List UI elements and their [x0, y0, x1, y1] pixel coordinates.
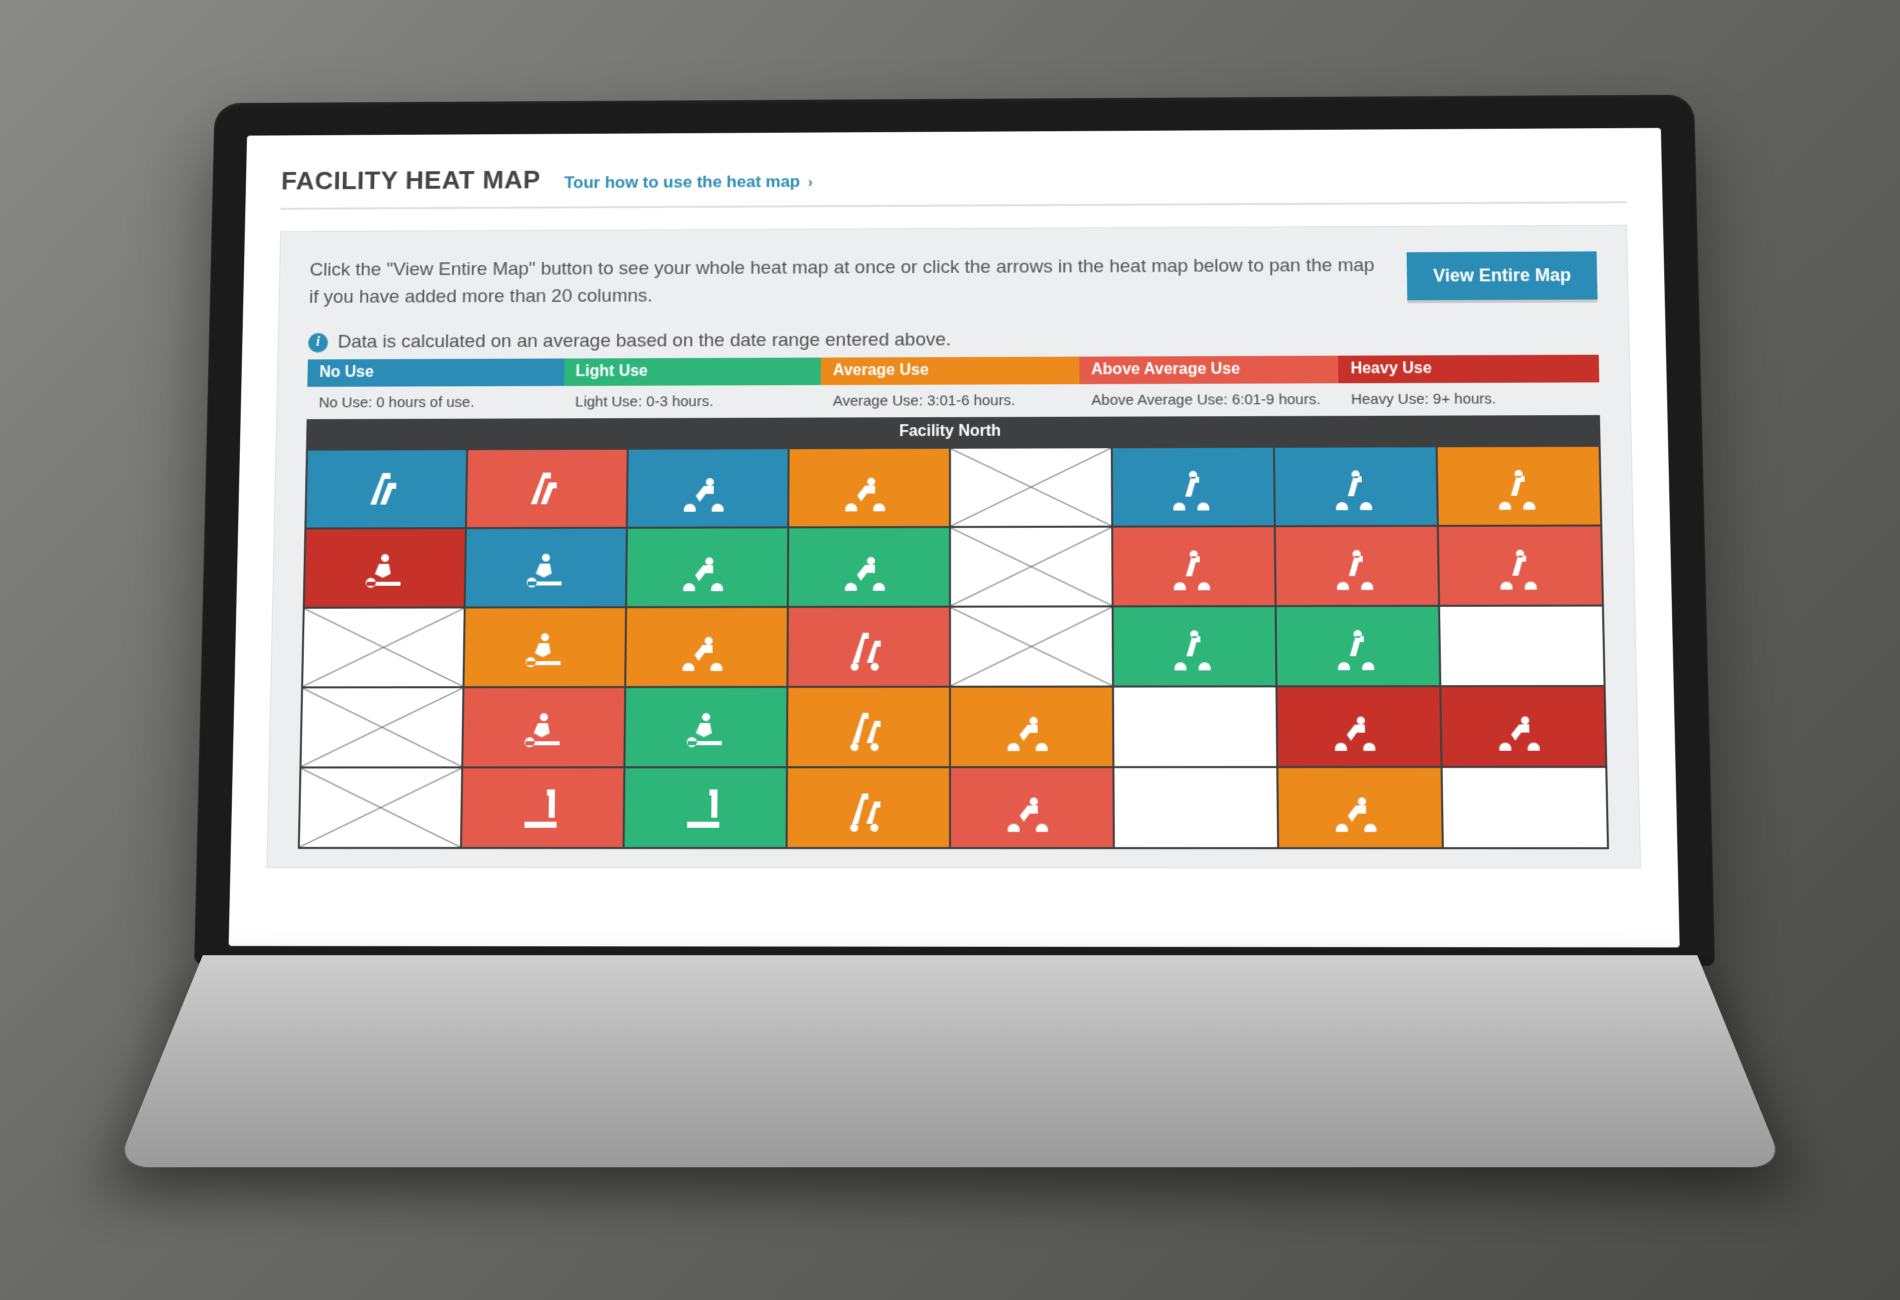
- heatmap-cell[interactable]: [301, 688, 462, 766]
- recumbent-icon: [684, 464, 732, 512]
- heatmap-panel: Click the "View Entire Map" button to se…: [266, 225, 1641, 869]
- heatmap-cell[interactable]: [951, 768, 1113, 847]
- elliptical-icon: [844, 783, 892, 832]
- heatmap-cell[interactable]: [303, 609, 464, 687]
- rower-icon: [521, 623, 569, 671]
- map-title: Facility North: [306, 415, 1601, 449]
- upright-bike-icon: [1169, 463, 1217, 511]
- heatmap-cell[interactable]: [1276, 527, 1438, 605]
- heatmap-cell[interactable]: [467, 450, 627, 527]
- tour-link-label: Tour how to use the heat map: [564, 172, 800, 193]
- treadmill-icon: [681, 783, 730, 831]
- recumbent-icon: [845, 543, 893, 591]
- legend-above-desc: Above Average Use: 6:01-9 hours.: [1079, 383, 1339, 416]
- upright-bike-icon: [1496, 542, 1545, 590]
- chevron-right-icon: ›: [808, 174, 813, 190]
- legend-avg-label: Average Use: [821, 357, 1079, 385]
- rower-icon: [519, 703, 568, 751]
- heatmap-cell[interactable]: [1439, 527, 1602, 605]
- heatmap-cell[interactable]: [625, 688, 786, 766]
- legend-light-desc: Light Use: 0-3 hours.: [563, 385, 821, 418]
- legend-avg-desc: Average Use: 3:01-6 hours.: [821, 384, 1080, 417]
- legend-heavy-label: Heavy Use: [1338, 355, 1599, 384]
- rower-icon: [522, 544, 570, 592]
- heatmap-cell[interactable]: [300, 768, 461, 847]
- info-text: Data is calculated on an average based o…: [338, 330, 952, 354]
- recumbent-icon: [845, 464, 893, 512]
- heatmap-cell[interactable]: [1114, 768, 1277, 847]
- heatmap-cell[interactable]: [1114, 687, 1276, 766]
- heatmap-grid: [298, 445, 1609, 849]
- recumbent-icon: [682, 623, 730, 671]
- heatmap-cell[interactable]: [626, 608, 787, 686]
- heatmap-cell[interactable]: [628, 449, 788, 527]
- heatmap-cell[interactable]: [1441, 687, 1605, 766]
- upright-bike-icon: [1494, 462, 1543, 510]
- heatmap-cell[interactable]: [625, 768, 786, 847]
- stepper-icon: [523, 465, 571, 513]
- heatmap-cell[interactable]: [1277, 607, 1440, 686]
- elliptical-icon: [844, 703, 892, 751]
- heatmap-cell[interactable]: [788, 768, 949, 847]
- heatmap-cell[interactable]: [466, 529, 626, 607]
- heatmap-cell[interactable]: [1278, 768, 1441, 847]
- elliptical-icon: [845, 623, 893, 671]
- heatmap-cell[interactable]: [306, 450, 466, 527]
- stepper-icon: [362, 465, 410, 512]
- legend-nouse-label: No Use: [307, 359, 564, 387]
- legend-heavy-desc: Heavy Use: 9+ hours.: [1339, 382, 1600, 416]
- heatmap-cell[interactable]: [1113, 527, 1274, 605]
- heatmap-cell[interactable]: [951, 528, 1112, 606]
- page-title: FACILITY HEAT MAP: [281, 165, 541, 196]
- heatmap-cell[interactable]: [627, 528, 787, 606]
- heatmap-cell[interactable]: [951, 688, 1112, 767]
- heatmap-cell[interactable]: [1443, 768, 1607, 847]
- heatmap-cell[interactable]: [1438, 447, 1601, 525]
- heatmap-cell[interactable]: [462, 768, 623, 847]
- info-icon: i: [308, 333, 328, 353]
- heatmap-cell[interactable]: [1277, 687, 1440, 766]
- legend-nouse-desc: No Use: 0 hours of use.: [307, 386, 564, 419]
- upright-bike-icon: [1331, 462, 1380, 510]
- recumbent-icon: [1498, 702, 1548, 751]
- heatmap-cell[interactable]: [305, 529, 465, 607]
- heatmap-cell[interactable]: [789, 449, 949, 527]
- heatmap-cell[interactable]: [788, 688, 949, 767]
- heatmap-cell[interactable]: [951, 607, 1112, 685]
- view-entire-map-button[interactable]: View Entire Map: [1407, 251, 1598, 300]
- legend: No Use No Use: 0 hours of use. Light Use…: [307, 355, 1600, 419]
- heatmap-cell[interactable]: [1114, 607, 1276, 685]
- upright-bike-icon: [1170, 622, 1219, 670]
- tour-link[interactable]: Tour how to use the heat map ›: [564, 172, 813, 193]
- rower-icon: [361, 544, 409, 592]
- recumbent-icon: [1335, 783, 1384, 832]
- heatmap-cell[interactable]: [1275, 447, 1437, 525]
- heatmap-cell[interactable]: [464, 608, 625, 686]
- recumbent-icon: [683, 543, 731, 591]
- heatmap-cell[interactable]: [789, 528, 949, 606]
- legend-light-label: Light Use: [564, 358, 821, 386]
- heatmap-cell[interactable]: [1440, 607, 1603, 686]
- recumbent-icon: [1007, 703, 1055, 751]
- recumbent-icon: [1334, 702, 1383, 750]
- heatmap-cell[interactable]: [951, 448, 1111, 526]
- heatmap-cell[interactable]: [788, 608, 949, 686]
- recumbent-icon: [1007, 783, 1056, 832]
- upright-bike-icon: [1169, 542, 1218, 590]
- treadmill-icon: [518, 784, 567, 832]
- heatmap-cell[interactable]: [463, 688, 624, 766]
- instructions-text: Click the "View Entire Map" button to se…: [309, 252, 1378, 310]
- legend-above-label: Above Average Use: [1079, 356, 1339, 385]
- rower-icon: [682, 703, 730, 751]
- upright-bike-icon: [1332, 542, 1381, 590]
- upright-bike-icon: [1333, 622, 1382, 670]
- heatmap-cell[interactable]: [1113, 448, 1274, 526]
